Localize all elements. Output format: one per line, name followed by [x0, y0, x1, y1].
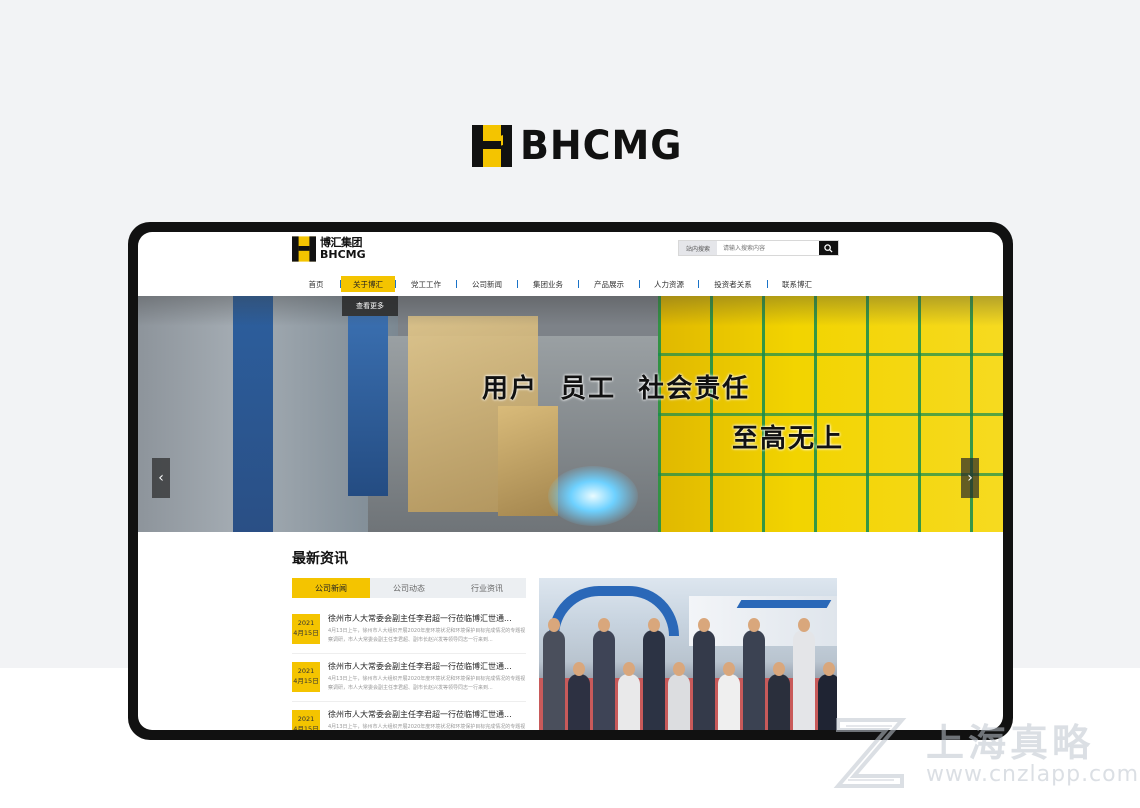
news-day: 4月15日 [293, 725, 319, 730]
watermark-url: www.cnzlapp.com [926, 762, 1140, 787]
watermark-cn: 上海真略 [926, 721, 1095, 765]
nav-item[interactable]: 党工工作 [396, 276, 456, 292]
search-button[interactable] [819, 241, 838, 255]
watermark-logo-icon [833, 718, 907, 788]
brand-wordmark: BHCMG [520, 123, 683, 169]
search-icon [824, 243, 833, 253]
site-logo[interactable]: 博汇集团 BHCMG [292, 234, 366, 264]
news-summary: 4月13日上午，徐州市人大组织开展2020年度环境状况和环境保护目标完成情况的专… [328, 676, 526, 691]
banner-prev-button[interactable]: ‹ [152, 458, 170, 498]
site-logo-mark-icon [292, 236, 316, 262]
news-date-badge: 2021 4月15日 [292, 614, 320, 644]
news-date-badge: 2021 4月15日 [292, 662, 320, 692]
nav-dropdown-more[interactable]: 查看更多 [342, 296, 398, 316]
news-year: 2021 [297, 619, 315, 627]
site-search: 站内搜索 [678, 240, 839, 256]
nav-item[interactable]: 关于博汇 [341, 276, 395, 292]
website-screen: 博汇集团 BHCMG 站内搜索 首页关于博汇党工工作公司新闻集团业务产品展示人力… [138, 232, 1003, 730]
nav-item[interactable]: 公司新闻 [457, 276, 517, 292]
chevron-left-icon: ‹ [158, 470, 164, 486]
banner-slogan-line2: 至高无上 [732, 424, 845, 454]
hero-banner: 用户 员工 社会责任 至高无上 ‹ › [138, 296, 1003, 532]
news-year: 2021 [297, 667, 315, 675]
search-label: 站内搜索 [679, 241, 717, 255]
search-input[interactable] [717, 241, 819, 255]
nav-item[interactable]: 首页 [292, 276, 340, 292]
nav-item[interactable]: 投资者关系 [699, 276, 767, 292]
news-item[interactable]: 2021 4月15日 徐州市人大常委会副主任李君超一行莅临博汇世通... 4月13日上… [292, 654, 526, 702]
news-item[interactable]: 2021 4月15日 徐州市人大常委会副主任李君超一行莅临博汇世通... 4月13日上… [292, 702, 526, 730]
news-summary: 4月13日上午，徐州市人大组织开展2020年度环境状况和环境保护目标完成情况的专… [328, 628, 526, 643]
brand-mark-icon [472, 125, 512, 167]
news-headline[interactable]: 徐州市人大常委会副主任李君超一行莅临博汇世通... [328, 613, 526, 624]
banner-slogan-line1: 用户 员工 社会责任 [482, 374, 751, 404]
banner-next-button[interactable]: › [961, 458, 979, 498]
news-headline[interactable]: 徐州市人大常委会副主任李君超一行莅临博汇世通... [328, 661, 526, 672]
news-year: 2021 [297, 715, 315, 723]
news-day: 4月15日 [293, 629, 319, 637]
news-section-title: 最新资讯 [292, 551, 348, 567]
news-tab[interactable]: 公司动态 [370, 578, 448, 598]
nav-item[interactable]: 集团业务 [518, 276, 578, 292]
site-logo-en: BHCMG [320, 248, 366, 261]
news-item[interactable]: 2021 4月15日 徐州市人大常委会副主任李君超一行莅临博汇世通... 4月13日上… [292, 606, 526, 654]
nav-item[interactable]: 产品展示 [579, 276, 639, 292]
watermark: 上海真略 www.cnzlapp.com [830, 712, 1138, 796]
nav-item[interactable]: 联系博汇 [768, 276, 826, 292]
brand-logo: BHCMG [472, 124, 691, 168]
main-nav: 首页 关于博汇 党工工作 公司新闻 集团业务 产品展示 人力资源 投资者关系 联系博汇 [292, 276, 826, 292]
news-summary: 4月13日上午，徐州市人大组织开展2020年度环境状况和环境保护目标完成情况的专… [328, 724, 526, 730]
news-tab[interactable]: 公司新闻 [292, 578, 370, 598]
news-tab[interactable]: 行业资讯 [448, 578, 526, 598]
news-date-badge: 2021 4月15日 [292, 710, 320, 730]
chevron-right-icon: › [967, 470, 973, 486]
news-headline[interactable]: 徐州市人大常委会副主任李君超一行莅临博汇世通... [328, 709, 526, 720]
news-tabs: 公司新闻 公司动态 行业资讯 [292, 578, 526, 598]
device-frame: 博汇集团 BHCMG 站内搜索 首页关于博汇党工工作公司新闻集团业务产品展示人力… [128, 222, 1013, 740]
news-day: 4月15日 [293, 677, 319, 685]
news-list: 2021 4月15日 徐州市人大常委会副主任李君超一行莅临博汇世通... 4月13日上… [292, 606, 526, 730]
news-photo[interactable] [539, 578, 837, 730]
nav-item[interactable]: 人力资源 [640, 276, 698, 292]
